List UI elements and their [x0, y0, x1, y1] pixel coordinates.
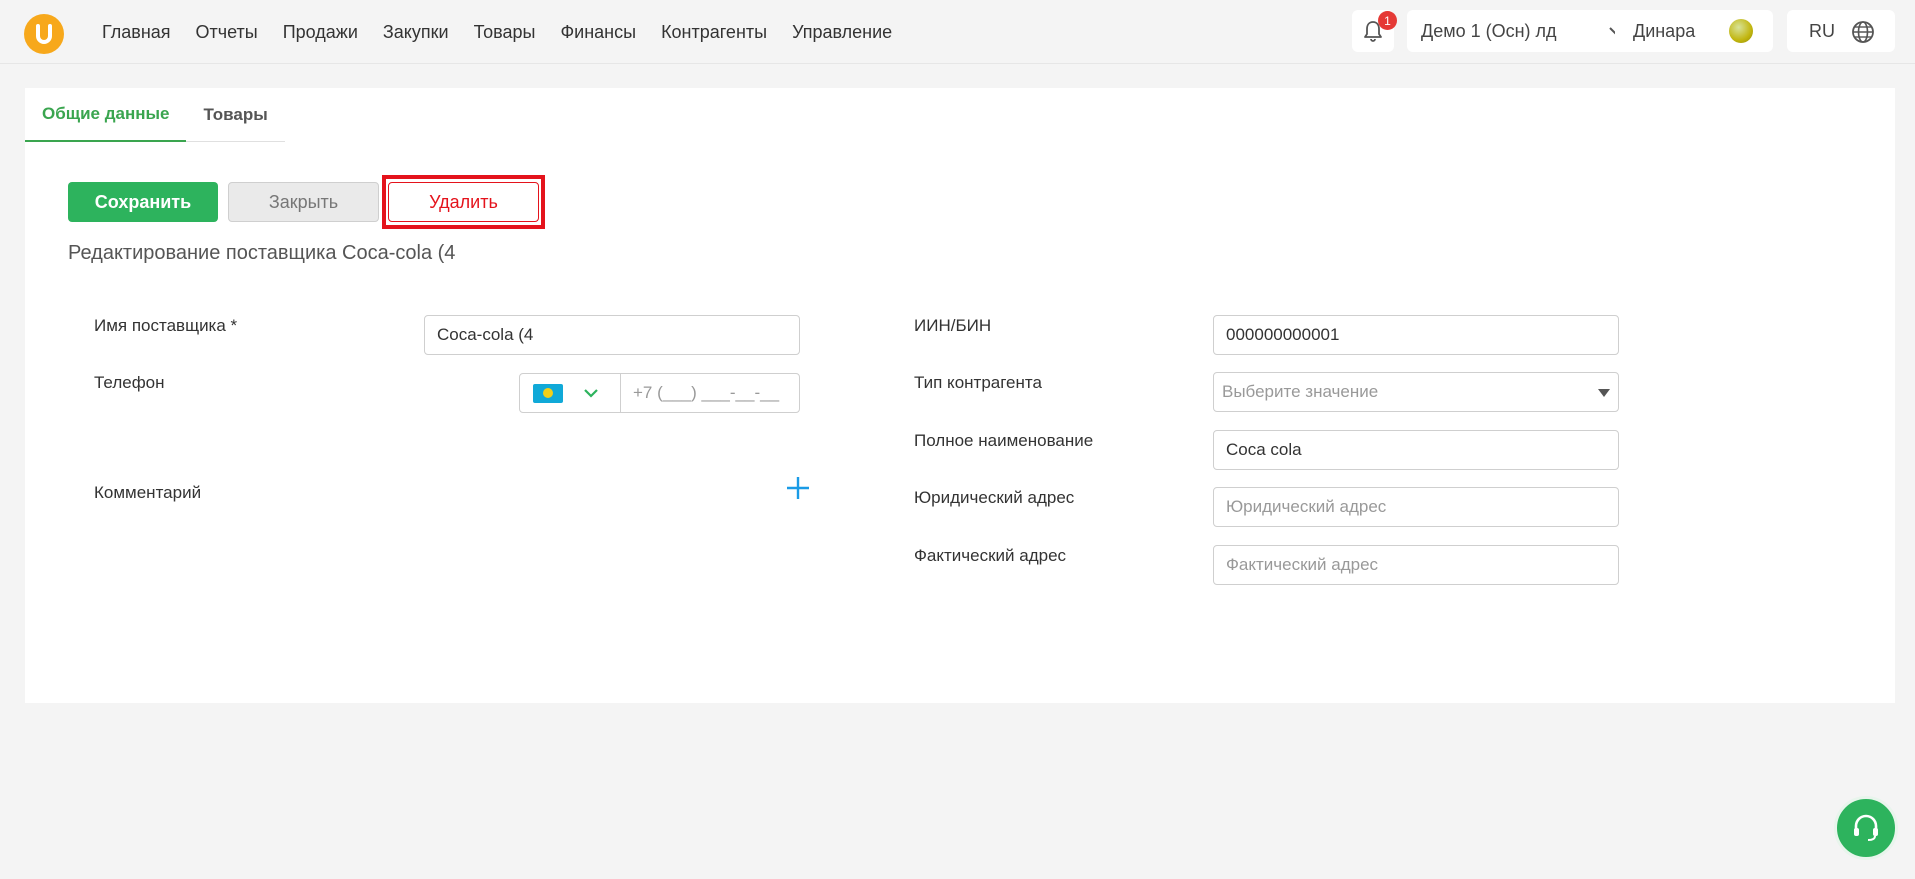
delete-button[interactable]: Удалить [388, 182, 539, 222]
legal-address-input[interactable]: Юридический адрес [1213, 487, 1619, 527]
supplier-name-label: Имя поставщика * [94, 316, 238, 335]
tab-products[interactable]: Товары [186, 88, 285, 142]
headset-icon [1854, 814, 1878, 841]
language-code: RU [1809, 20, 1835, 41]
logo-u-icon [36, 24, 52, 44]
nav-item-purchases[interactable]: Закупки [383, 22, 449, 43]
nav-item-finance[interactable]: Финансы [560, 22, 636, 43]
company-name: Демо 1 (Осн) лд [1421, 20, 1557, 41]
avatar [1729, 19, 1753, 43]
globe-icon [1852, 21, 1874, 43]
contractor-type-select[interactable]: Выберите значение [1213, 372, 1619, 412]
save-button[interactable]: Сохранить [68, 182, 218, 222]
nav-item-home[interactable]: Главная [102, 22, 171, 43]
contractor-type-placeholder: Выберите значение [1222, 382, 1379, 401]
tab-general-data[interactable]: Общие данные [25, 88, 187, 142]
nav-item-contractors[interactable]: Контрагенты [661, 22, 767, 43]
company-selector[interactable]: Демо 1 (Осн) лд [1407, 10, 1638, 52]
tabs: Общие данные Товары [25, 88, 285, 142]
phone-label: Телефон [94, 373, 165, 392]
add-comment-plus-icon[interactable] [783, 473, 813, 503]
chevron-down-icon [584, 389, 598, 398]
top-navbar: Главная Отчеты Продажи Закупки Товары Фи… [0, 0, 1915, 64]
main-menu: Главная Отчеты Продажи Закупки Товары Фи… [102, 0, 917, 64]
full-name-label: Полное наименование [914, 431, 1094, 450]
caret-down-icon [1598, 389, 1610, 397]
contractor-type-label: Тип контрагента [914, 373, 1042, 392]
country-code-select[interactable] [520, 374, 621, 412]
comment-label: Комментарий [94, 483, 202, 502]
nav-item-reports[interactable]: Отчеты [196, 22, 258, 43]
full-name-input[interactable]: Coca cola [1213, 430, 1619, 470]
nav-item-management[interactable]: Управление [792, 22, 892, 43]
app-logo[interactable] [24, 14, 64, 54]
nav-item-products[interactable]: Товары [474, 22, 536, 43]
phone-field: +7 (___) ___-__-__ [519, 373, 800, 413]
kazakhstan-flag-icon [533, 383, 563, 403]
user-name: Динара [1633, 20, 1696, 41]
user-menu[interactable]: Динара [1615, 10, 1773, 52]
iin-bin-input[interactable]: 000000000001 [1213, 315, 1619, 355]
page-title: Редактирование поставщика Coca-cola (4 [68, 242, 456, 264]
nav-item-sales[interactable]: Продажи [283, 22, 358, 43]
support-chat-button[interactable] [1834, 796, 1898, 860]
language-selector[interactable]: RU [1787, 10, 1895, 52]
notifications-button[interactable]: 1 [1352, 10, 1397, 52]
actual-address-input[interactable]: Фактический адрес [1213, 545, 1619, 585]
supplier-edit-card: Общие данные Товары Сохранить Закрыть Уд… [25, 88, 1895, 703]
supplier-name-input[interactable]: Coca-cola (4 [424, 315, 800, 355]
iin-bin-label: ИИН/БИН [914, 316, 992, 335]
notification-badge: 1 [1378, 11, 1397, 30]
close-button[interactable]: Закрыть [228, 182, 379, 222]
legal-address-label: Юридический адрес [914, 488, 1075, 507]
phone-input[interactable]: +7 (___) ___-__-__ [621, 374, 799, 412]
actual-address-label: Фактический адрес [914, 546, 1067, 565]
